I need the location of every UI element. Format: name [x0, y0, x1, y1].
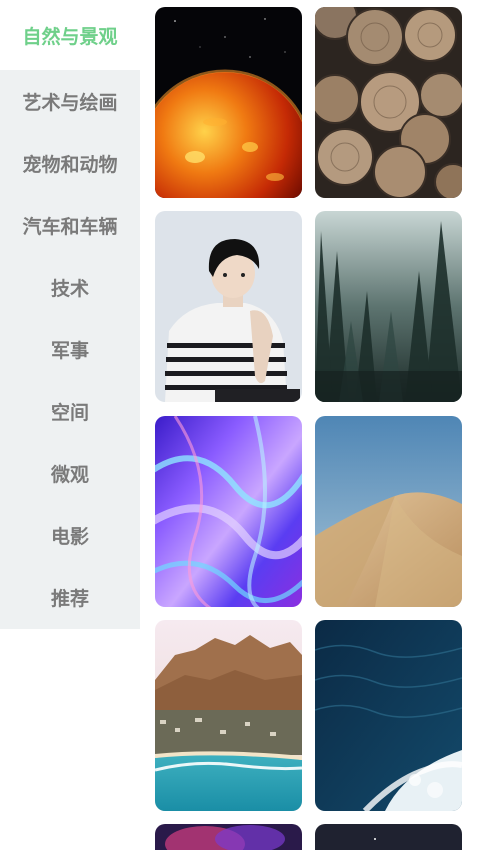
- category-item-cars[interactable]: 汽车和车辆: [0, 194, 140, 256]
- app-root: 自然与景观 艺术与绘画 宠物和动物 汽车和车辆 技术 军事 空间 微观 电影 推…: [0, 0, 478, 850]
- category-item-movies[interactable]: 电影: [0, 504, 140, 566]
- wallpaper-thumbnail-logs[interactable]: [315, 7, 462, 198]
- wallpaper-thumbnail-night-sky[interactable]: [315, 824, 462, 850]
- category-item-micro[interactable]: 微观: [0, 442, 140, 504]
- wallpaper-thumbnail-nebula[interactable]: [155, 824, 302, 850]
- wallpaper-thumbnail-holographic[interactable]: [155, 416, 302, 607]
- category-item-art[interactable]: 艺术与绘画: [0, 70, 140, 132]
- wallpaper-thumbnail-ocean[interactable]: [315, 620, 462, 811]
- category-item-space[interactable]: 空间: [0, 380, 140, 442]
- category-sidebar: 自然与景观 艺术与绘画 宠物和动物 汽车和车辆 技术 军事 空间 微观 电影 推…: [0, 0, 140, 629]
- wallpaper-thumbnail-portrait[interactable]: [155, 211, 302, 402]
- category-item-recommended[interactable]: 推荐: [0, 566, 140, 628]
- wallpaper-thumbnail-forest[interactable]: [315, 211, 462, 402]
- category-item-nature[interactable]: 自然与景观: [0, 0, 140, 70]
- category-item-tech[interactable]: 技术: [0, 256, 140, 318]
- wallpaper-thumbnail-sun[interactable]: [155, 7, 302, 198]
- category-item-military[interactable]: 军事: [0, 318, 140, 380]
- category-item-pets[interactable]: 宠物和动物: [0, 132, 140, 194]
- wallpaper-thumbnail-desert[interactable]: [315, 416, 462, 607]
- wallpaper-thumbnail-coast[interactable]: [155, 620, 302, 811]
